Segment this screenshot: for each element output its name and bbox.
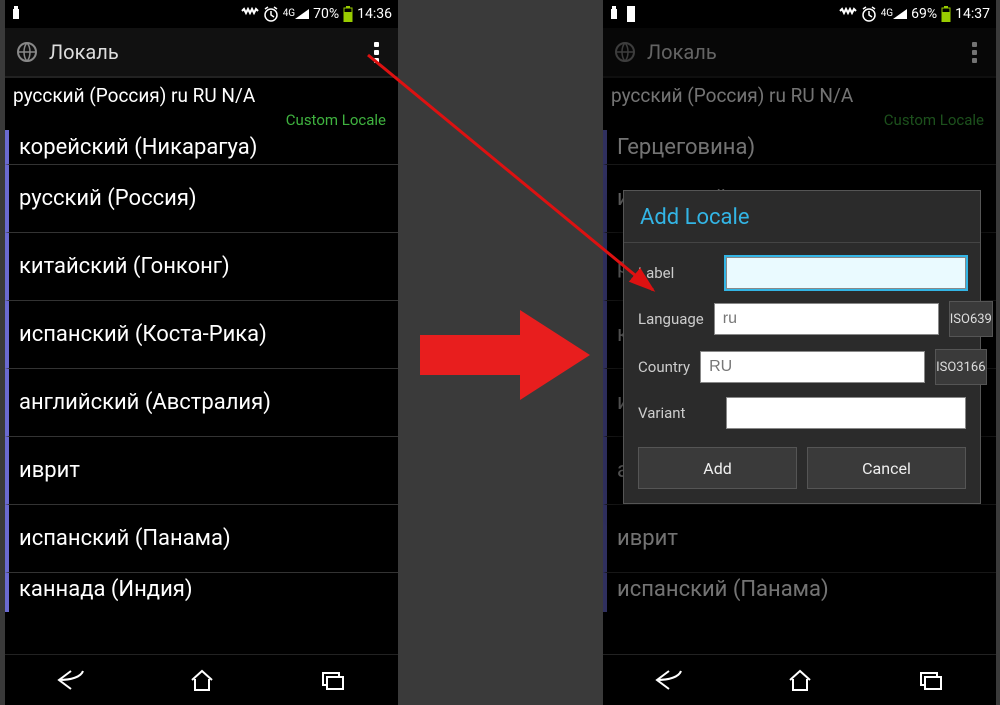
battery-percent: 70% [313,6,339,22]
network-icon: 4G [283,9,309,19]
battery-icon [941,6,951,22]
list-item[interactable]: иврит [5,436,398,504]
list-item[interactable]: Герцеговина) [603,130,996,164]
alarm-icon [861,6,877,22]
list-item[interactable]: испанский (Панама) [5,504,398,572]
usb-icon [609,6,619,22]
right-screenshot: 4G 69% 14:37 Локаль русский (Россия) ru … [603,0,996,705]
annotation-arrow-block [420,310,590,400]
page-title: Локаль [647,40,962,64]
alarm-icon [263,6,279,22]
vibrate-icon [241,7,259,21]
page-title: Локаль [49,40,364,64]
country-input[interactable] [700,351,925,383]
list-item[interactable]: каннада (Индия) [5,572,398,612]
language-input[interactable] [714,303,939,335]
add-locale-dialog: Add Locale Label Language ISO639 Country… [623,190,981,504]
clock: 14:36 [357,6,392,22]
current-locale: русский (Россия) ru RU N/A [5,78,398,109]
recent-apps-button[interactable] [315,662,351,698]
left-screenshot: 4G 70% 14:36 Локаль русский (Россия) ru … [5,0,398,705]
country-label: Country [638,358,690,376]
add-button[interactable]: Add [638,447,797,489]
iso639-button[interactable]: ISO639 [949,301,993,337]
overflow-menu-button[interactable] [962,42,986,63]
globe-icon [15,40,39,64]
label-input[interactable] [726,257,966,289]
nav-bar [5,654,398,705]
back-button[interactable] [651,662,687,698]
iso3166-button[interactable]: ISO3166 [935,349,986,385]
back-button[interactable] [53,662,89,698]
list-item[interactable]: китайский (Гонконг) [5,232,398,300]
variant-input[interactable] [726,397,966,429]
usb-icon [11,6,21,22]
action-bar: Локаль [603,28,996,78]
locale-list[interactable]: корейский (Никарагуа) русский (Россия) к… [5,130,398,655]
cancel-button[interactable]: Cancel [807,447,966,489]
clock: 14:37 [955,6,990,22]
recent-apps-button[interactable] [913,662,949,698]
nav-bar [603,654,996,705]
status-bar: 4G 69% 14:37 [603,0,996,28]
home-button[interactable] [184,662,220,698]
dialog-title: Add Locale [624,191,980,242]
network-icon: 4G [881,9,907,19]
battery-percent: 69% [911,6,937,22]
overflow-menu-button[interactable] [364,42,388,63]
variant-label: Variant [638,404,716,422]
battery-icon [343,6,353,22]
list-item[interactable]: иврит [603,504,996,572]
list-item[interactable]: русский (Россия) [5,164,398,232]
action-bar: Локаль [5,28,398,78]
list-item[interactable]: испанский (Коста-Рика) [5,300,398,368]
label-label: Label [638,264,716,282]
home-button[interactable] [782,662,818,698]
current-locale: русский (Россия) ru RU N/A [603,78,996,109]
vibrate-icon [839,7,857,21]
globe-icon [613,40,637,64]
list-item[interactable]: испанский (Панама) [603,572,996,612]
status-bar: 4G 70% 14:36 [5,0,398,28]
list-item[interactable]: английский (Австралия) [5,368,398,436]
list-item[interactable]: корейский (Никарагуа) [5,130,398,164]
sd-icon [625,6,637,22]
language-label: Language [638,310,704,328]
